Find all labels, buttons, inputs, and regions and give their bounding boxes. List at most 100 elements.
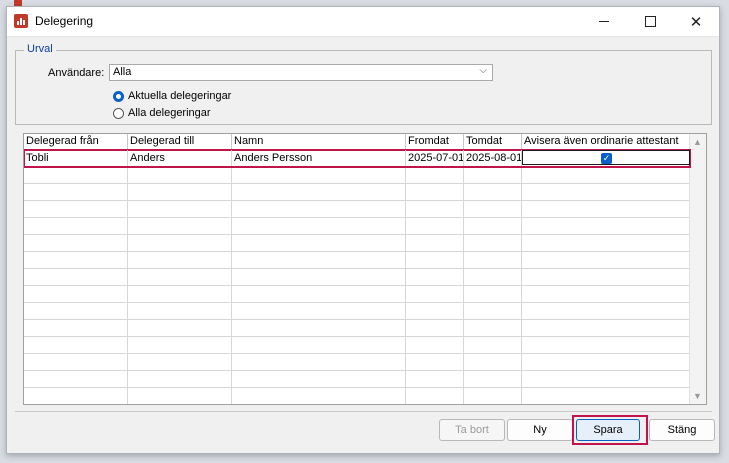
- chevron-down-icon[interactable]: ⌵: [479, 65, 487, 76]
- grid-cell-empty[interactable]: [464, 320, 522, 336]
- table-row-empty[interactable]: [24, 388, 690, 404]
- grid-cell-empty[interactable]: [406, 167, 464, 183]
- avisera-checkbox[interactable]: ✓: [601, 153, 612, 164]
- grid-cell-empty[interactable]: [464, 167, 522, 183]
- grid-cell-empty[interactable]: [128, 184, 232, 200]
- grid-cell-empty[interactable]: [232, 201, 406, 217]
- radio-all-delegations[interactable]: Alla delegeringar: [113, 107, 211, 119]
- grid-cell-empty[interactable]: [232, 269, 406, 285]
- table-row-empty[interactable]: [24, 337, 690, 354]
- column-header-namn[interactable]: Namn: [232, 134, 406, 149]
- grid-cell-empty[interactable]: [232, 320, 406, 336]
- radio-current-delegations[interactable]: Aktuella delegeringar: [113, 90, 231, 102]
- grid-cell-empty[interactable]: [464, 235, 522, 251]
- grid-cell-empty[interactable]: [522, 235, 690, 251]
- table-row-empty[interactable]: [24, 167, 690, 184]
- grid-cell-empty[interactable]: [464, 201, 522, 217]
- grid-cell-empty[interactable]: [232, 167, 406, 183]
- radio-button-selected[interactable]: [113, 90, 124, 102]
- grid-cell-empty[interactable]: [406, 201, 464, 217]
- table-row-empty[interactable]: [24, 184, 690, 201]
- grid-cell-empty[interactable]: [128, 218, 232, 234]
- column-header-delegerad-till[interactable]: Delegerad till: [128, 134, 232, 149]
- grid-cell-empty[interactable]: [464, 388, 522, 404]
- grid-cell-empty[interactable]: [464, 303, 522, 319]
- grid-cell-empty[interactable]: [24, 320, 128, 336]
- grid-cell-empty[interactable]: [522, 371, 690, 387]
- column-header-fromdat[interactable]: Fromdat: [406, 134, 464, 149]
- grid-cell-empty[interactable]: [522, 337, 690, 353]
- grid-cell-empty[interactable]: [128, 371, 232, 387]
- grid-cell-empty[interactable]: [128, 388, 232, 404]
- grid-cell-empty[interactable]: [522, 184, 690, 200]
- grid-cell-empty[interactable]: [406, 235, 464, 251]
- grid-cell-empty[interactable]: [522, 218, 690, 234]
- grid-cell-empty[interactable]: [232, 184, 406, 200]
- grid-cell-empty[interactable]: [128, 303, 232, 319]
- grid-cell-empty[interactable]: [24, 201, 128, 217]
- grid-cell-empty[interactable]: [464, 371, 522, 387]
- grid-cell-empty[interactable]: [24, 337, 128, 353]
- table-row-empty[interactable]: [24, 218, 690, 235]
- grid-cell-empty[interactable]: [24, 235, 128, 251]
- grid-cell-empty[interactable]: [232, 371, 406, 387]
- grid-cell-empty[interactable]: [522, 354, 690, 370]
- ta-bort-button[interactable]: Ta bort: [439, 419, 505, 441]
- title-bar[interactable]: Delegering ✕: [7, 7, 719, 37]
- grid-cell-empty[interactable]: [24, 388, 128, 404]
- table-row-empty[interactable]: [24, 286, 690, 303]
- cell-namn[interactable]: Anders Persson: [232, 150, 406, 166]
- grid-cell-empty[interactable]: [522, 167, 690, 183]
- grid-cell-empty[interactable]: [464, 354, 522, 370]
- grid-cell-empty[interactable]: [232, 303, 406, 319]
- grid-cell-empty[interactable]: [128, 337, 232, 353]
- grid-cell-empty[interactable]: [232, 286, 406, 302]
- stang-button[interactable]: Stäng: [649, 419, 715, 441]
- grid-cell-empty[interactable]: [232, 354, 406, 370]
- grid-cell-empty[interactable]: [24, 218, 128, 234]
- column-header-tomdat[interactable]: Tomdat: [464, 134, 522, 149]
- grid-cell-empty[interactable]: [406, 303, 464, 319]
- grid-cell-empty[interactable]: [128, 320, 232, 336]
- grid-cell-empty[interactable]: [24, 252, 128, 268]
- grid-cell-empty[interactable]: [232, 388, 406, 404]
- column-header-delegerad-fran[interactable]: Delegerad från: [24, 134, 128, 149]
- grid-cell-empty[interactable]: [406, 286, 464, 302]
- table-row-empty[interactable]: [24, 320, 690, 337]
- scroll-down-icon[interactable]: ▼: [693, 391, 702, 401]
- grid-cell-empty[interactable]: [464, 218, 522, 234]
- grid-cell-empty[interactable]: [464, 337, 522, 353]
- table-row-empty[interactable]: [24, 235, 690, 252]
- grid-cell-empty[interactable]: [24, 184, 128, 200]
- grid-cell-empty[interactable]: [232, 235, 406, 251]
- ny-button[interactable]: Ny: [507, 419, 573, 441]
- grid-cell-empty[interactable]: [24, 269, 128, 285]
- grid-cell-empty[interactable]: [128, 252, 232, 268]
- vertical-scrollbar[interactable]: ▲ ▼: [689, 134, 706, 404]
- grid-cell-empty[interactable]: [406, 269, 464, 285]
- grid-cell-empty[interactable]: [522, 303, 690, 319]
- user-select[interactable]: Alla ⌵: [109, 64, 493, 81]
- scroll-up-icon[interactable]: ▲: [693, 137, 702, 147]
- grid-cell-empty[interactable]: [406, 354, 464, 370]
- cell-fromdat[interactable]: 2025-07-01: [406, 150, 464, 166]
- grid-cell-empty[interactable]: [128, 354, 232, 370]
- grid-cell-empty[interactable]: [24, 303, 128, 319]
- cell-avisera[interactable]: ✓: [522, 150, 690, 165]
- grid-cell-empty[interactable]: [24, 286, 128, 302]
- grid-cell-empty[interactable]: [464, 184, 522, 200]
- grid-cell-empty[interactable]: [232, 337, 406, 353]
- grid-cell-empty[interactable]: [464, 252, 522, 268]
- grid-cell-empty[interactable]: [522, 286, 690, 302]
- grid-cell-empty[interactable]: [406, 218, 464, 234]
- table-row-empty[interactable]: [24, 303, 690, 320]
- close-button[interactable]: ✕: [673, 7, 719, 36]
- grid-cell-empty[interactable]: [24, 371, 128, 387]
- radio-button[interactable]: [113, 107, 124, 119]
- grid-cell-empty[interactable]: [522, 201, 690, 217]
- grid-cell-empty[interactable]: [406, 184, 464, 200]
- minimize-button[interactable]: [581, 7, 627, 36]
- grid-cell-empty[interactable]: [232, 218, 406, 234]
- grid-cell-empty[interactable]: [522, 269, 690, 285]
- cell-delegerad-fran[interactable]: Tobli: [24, 150, 128, 166]
